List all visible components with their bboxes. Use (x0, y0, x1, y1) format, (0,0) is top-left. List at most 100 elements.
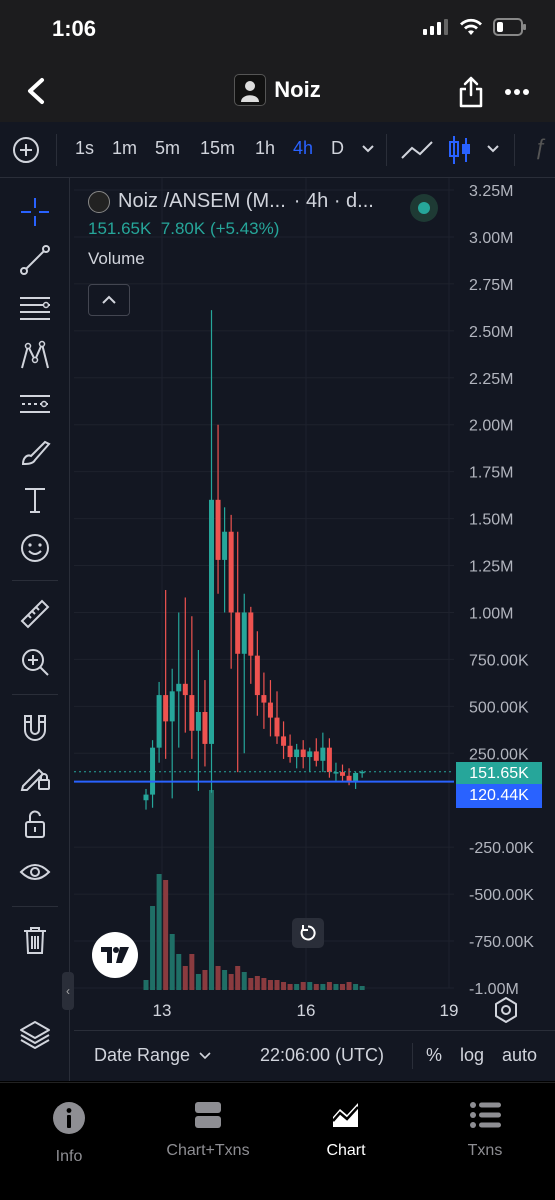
zoom-in-icon[interactable] (14, 642, 56, 682)
tab-chart-txns[interactable]: Chart+Txns (148, 1101, 268, 1160)
chart-type-dropdown-icon[interactable] (486, 144, 500, 154)
brush-tool-icon[interactable] (14, 432, 56, 472)
volume-bar (222, 970, 228, 990)
crosshair-price-label: 120.44K (456, 784, 542, 808)
crosshair-tool-icon[interactable] (14, 192, 56, 232)
line-chart-icon[interactable] (400, 138, 434, 162)
y-tick-label: 2.00M (469, 418, 513, 435)
interval-1m[interactable]: 1m (112, 138, 137, 159)
interval-1h[interactable]: 1h (255, 138, 275, 159)
add-symbol-icon[interactable] (12, 136, 40, 164)
lock-drawing-icon[interactable] (14, 756, 56, 796)
reset-chart-icon[interactable] (292, 918, 324, 948)
candle-body (228, 531, 234, 613)
drawing-tools-panel (0, 178, 70, 1081)
volume-bar (359, 986, 365, 990)
interval-15m[interactable]: 15m (200, 138, 235, 159)
tradingview-logo[interactable] (92, 932, 138, 978)
chart-txns-icon (195, 1102, 221, 1128)
candle-body (241, 612, 247, 654)
volume-bar (202, 970, 208, 990)
info-icon (53, 1102, 85, 1134)
volume-bar (333, 984, 339, 990)
text-tool-icon[interactable] (14, 480, 56, 520)
tools-divider (12, 906, 58, 907)
utc-time[interactable]: 22:06:00 (UTC) (260, 1045, 384, 1066)
chart-legend: Noiz /ANSEM (M... · 4h · d... 151.65K 7.… (88, 190, 438, 269)
visibility-eye-icon[interactable] (14, 852, 56, 892)
y-tick-label: 3.25M (469, 183, 513, 200)
collapse-tools-icon[interactable]: ‹ (62, 972, 74, 1010)
auto-toggle[interactable]: auto (502, 1045, 537, 1066)
share-icon[interactable] (457, 76, 485, 108)
settings-icon[interactable] (492, 996, 520, 1024)
volume-bar (241, 972, 247, 990)
list-icon (470, 1102, 501, 1128)
candle-body (182, 683, 188, 696)
log-toggle[interactable]: log (460, 1045, 484, 1066)
volume-bar (235, 966, 241, 990)
legend-interval: · 4h · d... (293, 190, 374, 212)
unlock-icon[interactable] (14, 804, 56, 844)
candle-body (215, 499, 221, 560)
y-tick-label: -250.00K (469, 840, 534, 857)
y-tick-label: 2.25M (469, 371, 513, 388)
volume-bar (274, 980, 280, 990)
legend-collapse-button[interactable] (88, 284, 130, 316)
volume-bar (163, 880, 169, 990)
volume-bar (228, 974, 234, 990)
candle-body (340, 772, 345, 776)
volume-bar (326, 982, 332, 990)
candle-body (248, 612, 254, 656)
token-logo (234, 74, 267, 106)
trend-line-tool-icon[interactable] (14, 240, 56, 280)
price-chart[interactable]: 3.25M 3.00M 2.75M 2.50M 2.25M 2.00M 1.75M 1.50M… (74, 178, 555, 1030)
interval-d[interactable]: D (331, 138, 344, 159)
toolbar-divider (386, 134, 387, 166)
volume-bar (353, 984, 359, 990)
ruler-tool-icon[interactable] (14, 594, 56, 634)
volume-bar (176, 954, 182, 990)
chevron-down-icon (199, 1052, 211, 1060)
battery-icon (493, 18, 526, 36)
y-tick-label: 1.00M (469, 605, 513, 622)
volume-bar (281, 982, 287, 990)
y-tick-label: 2.50M (469, 324, 513, 341)
legend-indicator[interactable]: Volume (88, 249, 374, 269)
tab-txns[interactable]: Txns (425, 1101, 545, 1160)
candle-body (202, 711, 208, 744)
interval-1s[interactable]: 1s (75, 138, 94, 159)
layers-icon[interactable] (18, 1018, 52, 1052)
legend-symbol[interactable]: Noiz /ANSEM (M... (118, 190, 286, 213)
candle-body (320, 747, 326, 761)
pattern-tool-icon[interactable] (14, 336, 56, 376)
candle-body (209, 499, 214, 744)
volume-bar (313, 984, 319, 990)
candle-body (176, 683, 182, 692)
fib-tool-icon[interactable] (14, 288, 56, 328)
candle-body (254, 655, 260, 696)
candles-icon[interactable] (448, 134, 472, 166)
tab-info[interactable]: Info (9, 1101, 129, 1166)
emoji-tool-icon[interactable] (14, 528, 56, 568)
interval-dropdown-icon[interactable] (361, 144, 375, 154)
candle-body (267, 702, 273, 718)
magnet-icon[interactable] (14, 708, 56, 748)
tab-chart[interactable]: Chart (286, 1101, 406, 1160)
trash-icon[interactable] (14, 920, 56, 960)
forecast-tool-icon[interactable] (14, 384, 56, 424)
candle-body (163, 695, 169, 722)
candle-body (353, 773, 359, 782)
x-tick-label: 16 (297, 1001, 316, 1020)
legend-price: 151.65K (88, 219, 152, 238)
toolbar-divider (56, 134, 57, 166)
interval-5m[interactable]: 5m (155, 138, 180, 159)
chart-bottom-bar: Date Range 22:06:00 (UTC) % log auto (74, 1030, 555, 1081)
more-icon[interactable] (503, 78, 531, 106)
y-tick-label: 500.00K (469, 699, 529, 716)
chart-icon (332, 1103, 359, 1127)
indicators-icon[interactable]: ƒ (534, 134, 546, 160)
date-range-button[interactable]: Date Range (94, 1045, 211, 1066)
interval-4h[interactable]: 4h (293, 138, 313, 159)
percent-toggle[interactable]: % (426, 1045, 442, 1066)
